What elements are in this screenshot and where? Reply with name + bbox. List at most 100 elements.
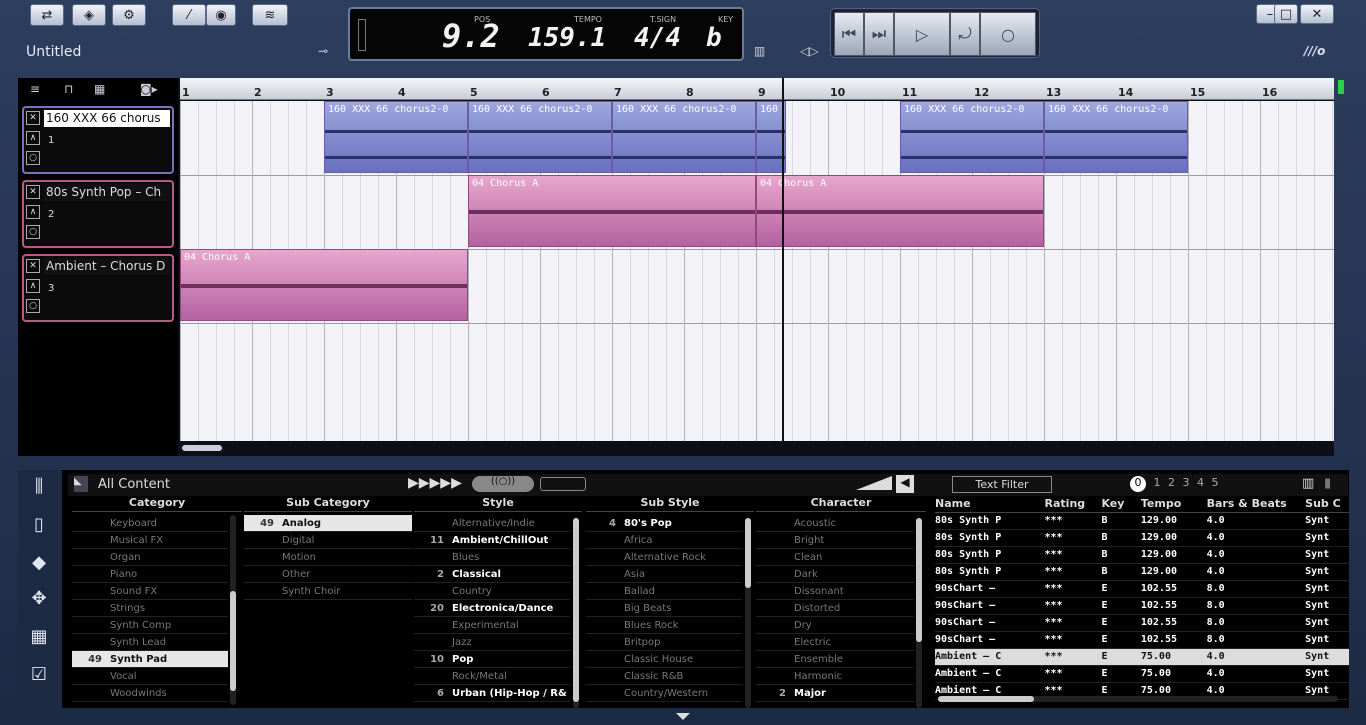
mute-icon[interactable]: ✕ xyxy=(26,185,40,199)
list-item[interactable]: Dry xyxy=(756,617,914,634)
list-item[interactable]: Distorted xyxy=(756,600,914,617)
list-item[interactable]: 2 Classical xyxy=(414,566,570,583)
preview-slider[interactable] xyxy=(540,477,586,491)
grid-icon[interactable]: ▦ xyxy=(26,626,52,650)
list-item[interactable]: 4 80's Pop xyxy=(586,515,742,532)
view-options-icon[interactable]: ▥ xyxy=(1302,476,1314,491)
list-item[interactable]: 2 Major xyxy=(756,685,914,702)
list-item[interactable]: 20 Electronica/Dance xyxy=(414,600,570,617)
rating-4[interactable]: 4 xyxy=(1197,476,1204,489)
track-2[interactable]: ✕ 80s Synth Pop – Ch ∧ 2 ○ xyxy=(22,180,174,248)
preview-play-icon[interactable]: ▶▶▶▶▶ xyxy=(408,475,462,491)
list-item[interactable]: Alternative Rock xyxy=(586,549,742,566)
list-item[interactable]: Country xyxy=(414,583,570,600)
move-icon[interactable]: ✥ xyxy=(26,588,52,612)
list-item[interactable]: Rock/Metal xyxy=(414,668,570,685)
track-3[interactable]: ✕ Ambient – Chorus D ∧ 3 ○ xyxy=(22,254,174,322)
all-content-label[interactable]: All Content xyxy=(98,477,170,492)
list-item[interactable]: Vocal xyxy=(72,668,228,685)
pos-value[interactable]: 9.2 xyxy=(442,17,500,55)
results-scroll-thumb[interactable] xyxy=(938,696,1034,702)
key-value[interactable]: b xyxy=(706,23,722,53)
results-h-scrollbar[interactable] xyxy=(938,696,1338,702)
checklist-icon[interactable]: ☑ xyxy=(26,664,52,688)
timeline-ruler[interactable]: 1 2 3 4 5 6 7 8 9 10 11 12 13 14 15 16 xyxy=(180,78,1334,100)
results-column-header[interactable]: Key xyxy=(1101,496,1141,513)
playhead[interactable] xyxy=(782,78,784,441)
midi-clip[interactable]: 04 Chorus A xyxy=(468,175,756,247)
solo-icon[interactable]: ∧ xyxy=(26,131,40,145)
list-item[interactable]: Dark xyxy=(756,566,914,583)
track-1[interactable]: ✕ 160 XXX 66 chorus ∧ 1 ○ xyxy=(22,106,174,174)
list-item[interactable]: Clean xyxy=(756,549,914,566)
list-item[interactable]: Asia xyxy=(586,566,742,583)
arrangement-grid[interactable]: 160 XXX 66 chorus2-0 160 XXX 66 chorus2-0… xyxy=(180,101,1334,441)
list-item[interactable]: 49 Analog xyxy=(244,515,412,532)
camera-icon[interactable]: ◙▸ xyxy=(140,82,158,96)
list-item[interactable]: 10 Pop xyxy=(414,651,570,668)
maximize-button[interactable]: □ xyxy=(1274,4,1298,24)
table-row[interactable]: Ambient – C *** E 75.00 4.0 Synt xyxy=(935,648,1349,666)
speaker-icon[interactable]: ◀ xyxy=(896,475,914,493)
text-filter-input[interactable]: Text Filter xyxy=(952,476,1052,493)
loop-button[interactable]: ⤾ xyxy=(950,12,980,56)
table-row[interactable]: 90sChart – *** E 102.55 8.0 Synt xyxy=(935,631,1349,649)
preview-knob-icon[interactable]: ((○)) xyxy=(472,476,534,492)
collapse-browser-icon[interactable] xyxy=(676,713,690,720)
table-row[interactable]: 80s Synth P *** B 129.00 4.0 Synt xyxy=(935,546,1349,564)
table-row[interactable]: 90sChart – *** E 102.55 8.0 Synt xyxy=(935,614,1349,632)
list-item[interactable]: Piano xyxy=(72,566,228,583)
table-row[interactable]: 80s Synth P *** B 129.00 4.0 Synt xyxy=(935,563,1349,581)
list-item[interactable]: 49 Synth Pad xyxy=(72,651,228,668)
horizontal-scrollbar[interactable] xyxy=(180,442,1334,454)
audio-clip[interactable]: 160 XXX 66 chorus2-0 xyxy=(324,101,468,173)
rating-5[interactable]: 5 xyxy=(1212,476,1219,489)
list-item[interactable]: Harmonic xyxy=(756,668,914,685)
record-arm-icon[interactable]: ○ xyxy=(26,299,40,313)
snap-icon[interactable]: ⊓ xyxy=(64,82,73,96)
substyle-header[interactable]: Sub Style xyxy=(586,496,754,512)
list-item[interactable]: Keyboard xyxy=(72,515,228,532)
cube-icon[interactable]: ◈ xyxy=(72,4,106,26)
cube-icon[interactable]: ◆ xyxy=(26,552,52,576)
audio-clip[interactable]: 160 XXX 66 chorus2-0 xyxy=(900,101,1044,173)
list-item[interactable]: Digital xyxy=(244,532,412,549)
list-item[interactable]: Musical FX xyxy=(72,532,228,549)
link-icon[interactable]: ⇄ xyxy=(30,4,64,26)
table-row[interactable]: 90sChart – *** E 102.55 8.0 Synt xyxy=(935,597,1349,615)
rating-filter[interactable]: 0 1 2 3 4 5 xyxy=(1130,476,1219,492)
rating-0[interactable]: 0 xyxy=(1130,476,1146,492)
results-column-header[interactable]: Name xyxy=(935,496,1045,513)
audio-clip[interactable]: 160 XXX 66 chorus2-0 xyxy=(1044,101,1188,173)
forward-button[interactable]: ⏭ xyxy=(864,12,894,56)
close-button[interactable]: ✕ xyxy=(1300,4,1334,24)
list-item[interactable]: Experimental xyxy=(414,617,570,634)
gear-icon[interactable]: ⚙ xyxy=(112,4,146,26)
subcategory-header[interactable]: Sub Category xyxy=(244,496,412,512)
list-item[interactable]: Dissonant xyxy=(756,583,914,600)
list-item[interactable]: Blues xyxy=(414,549,570,566)
audio-clip[interactable]: 160 XXX 66 chorus2-0 xyxy=(468,101,612,173)
eye-icon[interactable]: ◉ xyxy=(206,4,236,26)
midi-clip[interactable]: 04 Chorus A xyxy=(180,249,468,321)
list-item[interactable]: Britpop xyxy=(586,634,742,651)
track-name[interactable]: 80s Synth Pop – Ch xyxy=(44,184,170,201)
trash-icon[interactable]: ▮ xyxy=(1324,476,1331,491)
solo-icon[interactable]: ∧ xyxy=(26,205,40,219)
table-row[interactable]: 80s Synth P *** B 129.00 4.0 Synt xyxy=(935,512,1349,530)
list-item[interactable]: Ballad xyxy=(586,583,742,600)
wireless-icon[interactable]: ≋ xyxy=(252,4,288,26)
list-item[interactable]: Synth Lead xyxy=(72,634,228,651)
list-item[interactable]: Electric xyxy=(756,634,914,651)
list-item[interactable]: Alternative/Indie xyxy=(414,515,570,532)
filter-icon[interactable]: ◣ xyxy=(74,476,88,492)
list-item[interactable]: Acoustic xyxy=(756,515,914,532)
list-item[interactable]: Sound FX xyxy=(72,583,228,600)
style-header[interactable]: Style xyxy=(414,496,582,512)
midi-clip[interactable]: 04 Chorus A xyxy=(756,175,1044,247)
results-column-header[interactable]: Bars & Beats xyxy=(1206,496,1306,513)
volume-ramp-icon[interactable] xyxy=(856,476,892,490)
grid-icon[interactable]: ▦ xyxy=(94,82,105,96)
list-item[interactable]: Jazz xyxy=(414,634,570,651)
list-item[interactable]: Africa xyxy=(586,532,742,549)
